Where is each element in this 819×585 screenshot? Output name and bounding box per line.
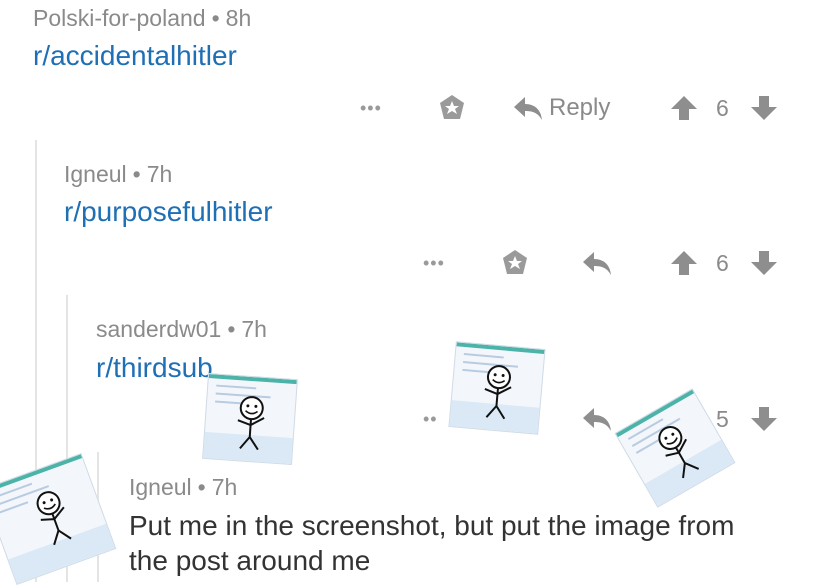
upvote-arrow-icon[interactable] — [670, 243, 698, 283]
comment-meta: Igneul • 7h — [64, 161, 173, 187]
vote-score: 6 — [716, 94, 729, 121]
stick-figure-sticker — [448, 341, 546, 435]
more-dots-icon[interactable]: •• — [423, 399, 438, 439]
comment-age: 7h — [211, 474, 238, 500]
star-badge-icon[interactable] — [436, 88, 468, 128]
comment-author[interactable]: Polski-for-poland — [33, 5, 206, 31]
downvote-arrow-icon[interactable] — [750, 88, 778, 128]
comment-meta: sanderdw01 • 7h — [96, 316, 267, 342]
comment-actions: ••• Reply 6 — [0, 88, 819, 128]
stick-figure-sticker — [202, 372, 298, 466]
vote-score: 6 — [716, 249, 729, 276]
reply-button[interactable]: Reply — [513, 88, 610, 128]
comment-author[interactable]: Igneul — [64, 161, 127, 187]
comment-author[interactable]: sanderdw01 — [96, 316, 221, 342]
comment-text-link[interactable]: r/thirdsub — [96, 352, 213, 384]
comment-meta: Polski-for-poland • 8h — [33, 5, 252, 31]
reply-arrow-icon[interactable] — [582, 399, 612, 439]
more-dots-icon[interactable]: ••• — [423, 243, 445, 283]
reply-label: Reply — [549, 94, 611, 121]
downvote-arrow-icon[interactable] — [750, 243, 778, 283]
comment-age: 8h — [225, 5, 252, 31]
comment-body: Put me in the screenshot, but put the im… — [129, 510, 735, 576]
comment-text-link[interactable]: r/accidentalhitler — [33, 40, 237, 72]
reply-arrow-icon — [514, 97, 542, 120]
more-dots-icon[interactable]: ••• — [360, 88, 382, 128]
upvote-arrow-icon[interactable] — [670, 88, 698, 128]
comment-text-link[interactable]: r/purposefulhitler — [64, 196, 273, 228]
star-badge-icon[interactable] — [499, 243, 531, 283]
downvote-arrow-icon[interactable] — [750, 399, 778, 439]
comment-author[interactable]: Igneul — [129, 474, 192, 500]
comment-meta: Igneul • 7h — [129, 474, 238, 500]
comment-age: 7h — [146, 161, 173, 187]
reply-arrow-icon[interactable] — [582, 243, 612, 283]
comment-age: 7h — [241, 316, 267, 342]
comment-actions: ••• 6 — [0, 243, 819, 283]
